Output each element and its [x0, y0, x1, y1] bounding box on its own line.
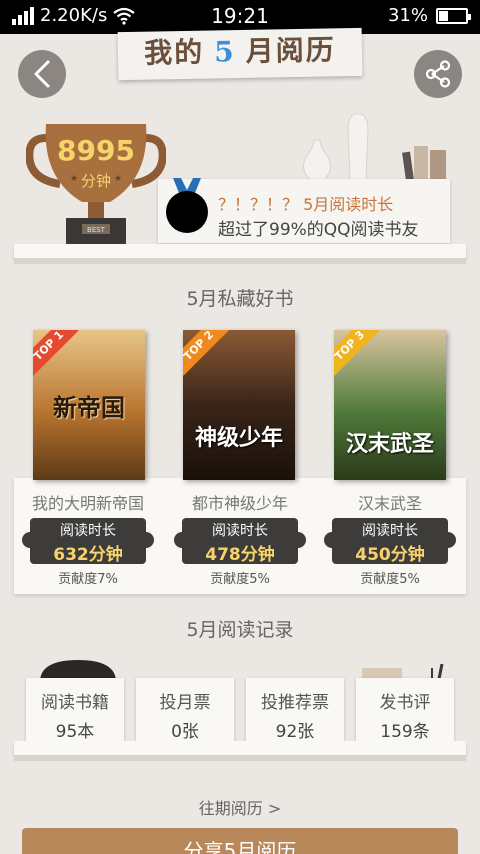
record-label: 发书评 [379, 693, 431, 713]
trophy-label: BEST [87, 226, 106, 234]
title-month: 5 [213, 35, 236, 69]
record-value: 95本 [55, 722, 95, 742]
book-name-3[interactable]: 汉末武圣 [315, 490, 465, 514]
cover-title-3: 汉末武圣 [345, 431, 434, 457]
contribution-1: 贡献度7% [58, 572, 118, 587]
top-badge-2: TOP 2 [183, 330, 229, 376]
battery-icon [436, 7, 471, 24]
record-label: 投推荐票 [261, 693, 329, 713]
reading-time-label-1: 阅读时长 [60, 523, 116, 539]
record-value: 159条 [380, 722, 430, 742]
beat-line: 超过了99%的QQ阅读书友 [218, 220, 419, 240]
book-cover-2[interactable]: TOP 2 神级少年 [183, 330, 295, 480]
top-badge-1: TOP 1 [33, 330, 79, 376]
reading-time-label-3: 阅读时长 [362, 523, 418, 539]
battery-percent: 31% [387, 5, 428, 26]
title-suffix: 月阅历 [245, 33, 336, 68]
records-section-title: 5月阅读记录 [186, 619, 294, 641]
record-books-read: 阅读书籍 95本 [26, 678, 124, 742]
chevron-left-icon [34, 60, 50, 88]
medal-icon [166, 178, 208, 233]
cover-title-2: 神级少年 [194, 425, 283, 451]
reading-time-tag-3: 阅读时长 450分钟 [324, 518, 456, 565]
share-button[interactable] [414, 50, 462, 98]
record-reviews: 发书评 159条 [356, 678, 454, 742]
reading-time-label-2: 阅读时长 [212, 523, 268, 539]
vase-decoration [303, 113, 369, 180]
record-label: 投月票 [159, 693, 211, 713]
bottom-shelf [14, 741, 466, 761]
record-monthly-votes: 投月票 0张 [136, 678, 234, 742]
contribution-3: 贡献度5% [360, 572, 420, 587]
book-cover-3[interactable]: TOP 3 汉末武圣 [334, 330, 446, 480]
record-value: 92张 [275, 722, 315, 742]
share-month-button[interactable]: 分享5月阅历 [22, 828, 458, 854]
page-title: 我的 5 月阅历 [118, 28, 363, 76]
title-prefix: 我的 [143, 35, 205, 70]
status-right: 31% [387, 5, 471, 26]
history-link[interactable]: 往期阅历 > [0, 795, 480, 819]
book-cover-1[interactable]: TOP 1 新帝国 [33, 330, 145, 480]
record-label: 阅读书籍 [41, 693, 109, 713]
reading-time-value-1: 632分钟 [53, 545, 123, 565]
page-title-banner: 我的 5 月阅历 [117, 27, 363, 81]
reading-time-tag-2: 阅读时长 478分钟 [174, 518, 306, 565]
top-badge-3: TOP 3 [334, 330, 380, 376]
back-button[interactable] [18, 50, 66, 98]
top-shelf [14, 244, 466, 264]
books-decoration [402, 146, 446, 180]
reading-time-value-2: 478分钟 [205, 545, 275, 565]
reading-time-tag-1: 阅读时长 632分钟 [22, 518, 154, 565]
rank-line: ？！？！？ 5月阅读时长 [218, 195, 394, 214]
cover-title-1: 新帝国 [53, 393, 125, 422]
book-name-1[interactable]: 我的大明新帝国 [13, 490, 163, 514]
score-value: 8995 [57, 134, 135, 167]
reading-time-value-3: 450分钟 [355, 545, 425, 565]
contribution-2: 贡献度5% [210, 572, 270, 587]
share-icon [425, 60, 451, 88]
book-name-2[interactable]: 都市神级少年 [165, 490, 315, 514]
record-value: 0张 [171, 722, 199, 742]
battery-fill [439, 10, 448, 21]
score-unit: 分钟 [80, 172, 111, 190]
status-bar: 2.20K/s 19:21 31% [0, 0, 480, 34]
record-recommend-votes: 投推荐票 92张 [246, 678, 344, 742]
books-section-title: 5月私藏好书 [186, 288, 294, 310]
